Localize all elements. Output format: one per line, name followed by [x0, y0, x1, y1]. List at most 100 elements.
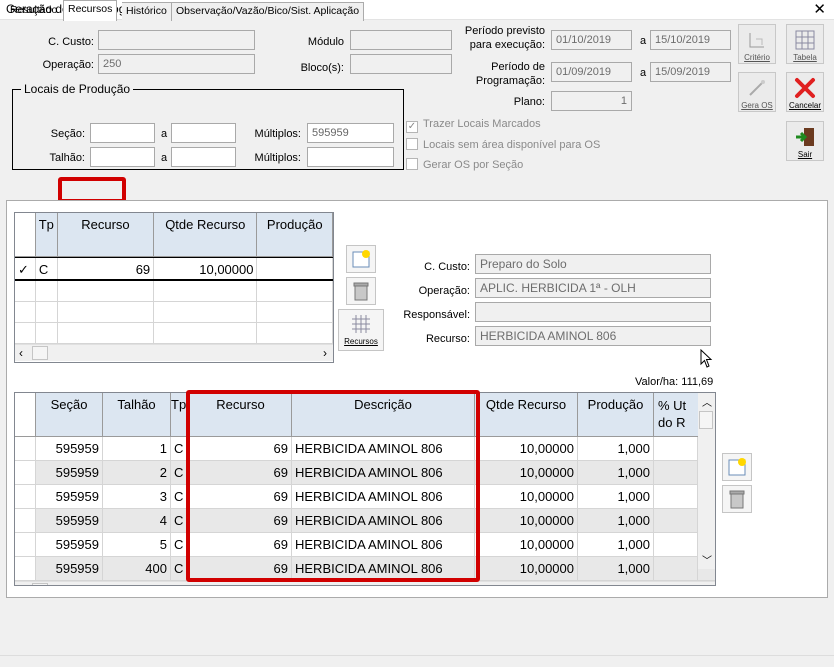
- periodo-previsto-label-2: para execução:: [469, 39, 545, 51]
- row-selector: [15, 533, 36, 556]
- sair-button[interactable]: Sair: [786, 121, 824, 161]
- cell-secao[interactable]: 595959: [36, 437, 103, 460]
- criterio-button[interactable]: Critério: [738, 24, 776, 64]
- cell-percent-util[interactable]: [654, 461, 698, 484]
- operacao-field[interactable]: 250: [98, 54, 255, 74]
- cell-producao[interactable]: 1,000: [578, 509, 654, 532]
- cell-secao[interactable]: 595959: [36, 461, 103, 484]
- col-header-recurso[interactable]: Recurso: [58, 213, 155, 256]
- cell-qtde[interactable]: 10,00000: [475, 437, 578, 460]
- cell-qtde[interactable]: 10,00000: [475, 533, 578, 556]
- gerar-os-secao-checkbox[interactable]: Gerar OS por Seção: [406, 158, 523, 171]
- close-icon[interactable]: ✕: [813, 0, 826, 18]
- vscroll-thumb[interactable]: [699, 411, 713, 429]
- scroll-right-icon[interactable]: ›: [323, 346, 327, 360]
- cell-producao[interactable]: 1,000: [578, 485, 654, 508]
- tab-historico[interactable]: Histórico: [122, 2, 172, 21]
- col-header-producao[interactable]: Produção: [578, 393, 654, 436]
- secao-to-field[interactable]: [171, 123, 236, 143]
- periodo-programacao-label-2: Programação:: [475, 75, 545, 87]
- cell-producao[interactable]: 1,000: [578, 437, 654, 460]
- col-header-percent-util[interactable]: % Ut do R: [654, 393, 698, 436]
- hscroll-thumb[interactable]: [32, 583, 48, 585]
- bloco-field[interactable]: [350, 54, 452, 74]
- cell-percent-util[interactable]: [654, 485, 698, 508]
- periodo-programacao-a: a: [640, 67, 647, 79]
- detail-c-custo-field[interactable]: Preparo do Solo: [475, 254, 711, 274]
- cell-talhao[interactable]: 1: [103, 437, 171, 460]
- scroll-thumb[interactable]: [32, 346, 48, 360]
- cell-producao[interactable]: [257, 258, 333, 279]
- scroll-left-icon[interactable]: ‹: [19, 583, 23, 585]
- tab-recursos[interactable]: Recursos: [63, 0, 118, 21]
- detail-responsavel-field[interactable]: [475, 302, 711, 322]
- tab-observacao[interactable]: Observação/Vazão/Bico/Sist. Aplicação: [171, 2, 365, 21]
- col-header-qtde[interactable]: Qtde Recurso: [475, 393, 578, 436]
- scroll-down-icon[interactable]: ﹀: [702, 552, 712, 567]
- plano-field[interactable]: 1: [551, 91, 632, 111]
- periodo-previsto-from[interactable]: 01/10/2019: [551, 30, 632, 50]
- new-record-button-2[interactable]: [722, 453, 752, 481]
- c-custo-field[interactable]: [98, 30, 255, 50]
- talhao-to-field[interactable]: [171, 147, 236, 167]
- recursos-button[interactable]: Recursos: [338, 309, 384, 351]
- delete-button[interactable]: [346, 277, 376, 305]
- detail-recurso-field[interactable]: HERBICIDA AMINOL 806: [475, 326, 711, 346]
- col-header-tp[interactable]: Tp: [36, 213, 58, 256]
- row-selector: [15, 437, 36, 460]
- trazer-locais-checkbox[interactable]: ✓ Trazer Locais Marcados: [406, 118, 541, 133]
- cell-qtde[interactable]: 10,00000: [475, 557, 578, 580]
- cell-qtde[interactable]: 10,00000: [475, 485, 578, 508]
- cell-percent-util[interactable]: [654, 437, 698, 460]
- new-document-icon: [352, 250, 370, 268]
- cell-qtde[interactable]: 10,00000: [154, 258, 258, 279]
- col-header-secao[interactable]: Seção: [36, 393, 103, 436]
- scroll-right-icon[interactable]: ›: [689, 583, 693, 585]
- col-header-producao[interactable]: Produção: [257, 213, 333, 256]
- cell-recurso[interactable]: 69: [58, 258, 155, 279]
- cell-talhao[interactable]: 5: [103, 533, 171, 556]
- periodo-programacao-to[interactable]: 15/09/2019: [650, 62, 731, 82]
- table-row[interactable]: ✓ C 69 10,00000: [15, 257, 333, 281]
- trazer-locais-label: Trazer Locais Marcados: [423, 118, 541, 130]
- locais-sem-area-checkbox[interactable]: Locais sem área disponível para OS: [406, 138, 600, 151]
- cell-producao[interactable]: 1,000: [578, 557, 654, 580]
- cancelar-button[interactable]: Cancelar: [786, 72, 824, 112]
- cell-secao[interactable]: 595959: [36, 557, 103, 580]
- cell-talhao[interactable]: 3: [103, 485, 171, 508]
- col-header-talhao[interactable]: Talhão: [103, 393, 171, 436]
- scroll-left-icon[interactable]: ‹: [19, 346, 23, 360]
- cell-percent-util[interactable]: [654, 533, 698, 556]
- gera-os-button[interactable]: Gera OS: [738, 72, 776, 112]
- tabela-button[interactable]: Tabela: [786, 24, 824, 64]
- delete-button-2[interactable]: [722, 485, 752, 513]
- periodo-previsto-to[interactable]: 15/10/2019: [650, 30, 731, 50]
- cell-percent-util[interactable]: [654, 557, 698, 580]
- multiplos1-field[interactable]: 595959: [307, 123, 394, 143]
- cell-talhao[interactable]: 4: [103, 509, 171, 532]
- cell-producao[interactable]: 1,000: [578, 533, 654, 556]
- cell-secao[interactable]: 595959: [36, 485, 103, 508]
- cell-qtde[interactable]: 10,00000: [475, 509, 578, 532]
- new-record-button[interactable]: [346, 245, 376, 273]
- cell-secao[interactable]: 595959: [36, 533, 103, 556]
- cell-qtde[interactable]: 10,00000: [475, 461, 578, 484]
- cell-talhao[interactable]: 2: [103, 461, 171, 484]
- multiplos2-field[interactable]: [307, 147, 394, 167]
- cell-secao[interactable]: 595959: [36, 509, 103, 532]
- recursos-hscrollbar[interactable]: ‹ ›: [15, 344, 333, 361]
- talhao-from-field[interactable]: [90, 147, 155, 167]
- detail-operacao-field[interactable]: APLIC. HERBICIDA 1ª - OLH: [475, 278, 711, 298]
- col-header-qtde[interactable]: Qtde Recurso: [154, 213, 258, 256]
- cell-talhao[interactable]: 400: [103, 557, 171, 580]
- secao-from-field[interactable]: [90, 123, 155, 143]
- tab-resultado[interactable]: Resultado: [6, 2, 61, 21]
- cell-tp[interactable]: C: [36, 258, 58, 279]
- periodo-programacao-from[interactable]: 01/09/2019: [551, 62, 632, 82]
- cell-producao[interactable]: 1,000: [578, 461, 654, 484]
- cell-percent-util[interactable]: [654, 509, 698, 532]
- modulo-field[interactable]: [350, 30, 452, 50]
- scroll-up-icon[interactable]: ︿: [702, 394, 712, 409]
- bottom-vscrollbar[interactable]: ︿ ﹀: [698, 393, 715, 569]
- table-icon: [795, 30, 815, 50]
